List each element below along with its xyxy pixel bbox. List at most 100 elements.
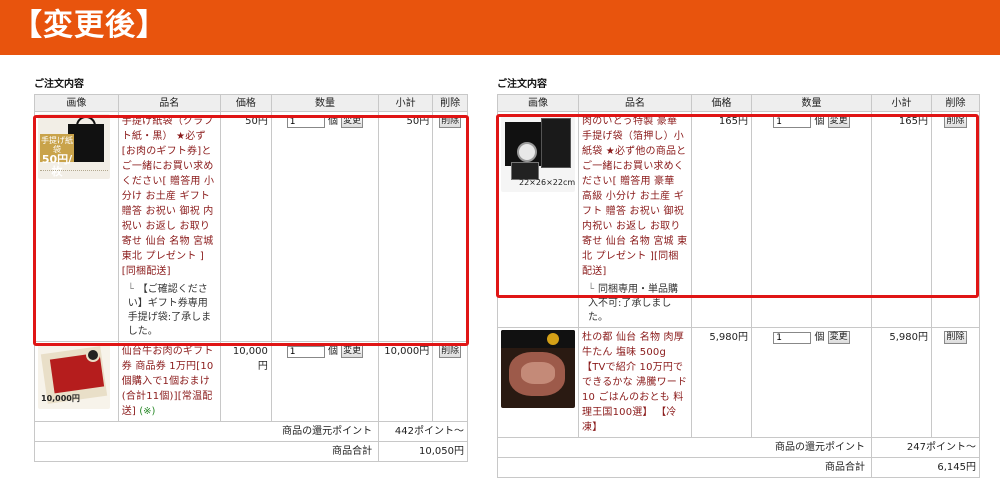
table-header-row: 画像 品名 価格 数量 小計 削除 xyxy=(497,94,980,112)
quantity-input[interactable] xyxy=(773,115,812,128)
col-header-qty: 数量 xyxy=(751,94,872,112)
points-label: 商品の還元ポイント xyxy=(497,437,872,458)
delete-cell: 削除 xyxy=(432,341,468,422)
name-cell: 肉のいとう特製 豪華 手提げ袋（箔押し）小 紙袋 ★必ず他の商品とご一緒にお買い… xyxy=(578,111,692,328)
product-option: └ 【ご確認ください】ギフト券専用手提げ袋:了承しました。 xyxy=(122,283,217,339)
qty-cell: 個 変更 xyxy=(751,111,872,328)
col-header-subtotal: 小計 xyxy=(871,94,932,112)
banner-title: 【変更後】 xyxy=(12,8,167,43)
table-row: 手提げ紙袋 50円/枚 手提げ紙袋（クラフト紙・黒） ★必ず[お肉のギフト券]と… xyxy=(34,111,468,342)
table-header-row: 画像 品名 価格 数量 小計 削除 xyxy=(34,94,468,112)
col-header-name: 品名 xyxy=(117,94,221,112)
header-strip-shape xyxy=(501,330,575,348)
award-medal-icon xyxy=(547,333,559,345)
points-row: 商品の還元ポイント 442ポイント～ xyxy=(33,421,468,442)
image-cell: 手提げ紙袋 50円/枚 xyxy=(34,111,119,342)
subtotal-cell: 5,980円 xyxy=(871,327,932,438)
qty-cell: 個 変更 xyxy=(751,327,872,438)
qty-unit: 個 xyxy=(327,346,338,357)
crest-icon xyxy=(517,142,537,162)
delete-button[interactable]: 削除 xyxy=(944,114,967,128)
col-header-price: 価格 xyxy=(691,94,752,112)
col-header-image: 画像 xyxy=(497,94,579,112)
cart-panel-right: ご注文内容 画像 品名 価格 数量 小計 削除 22×26×22cm 肉のいとう… xyxy=(497,78,980,478)
image-cell: 22×26×22cm xyxy=(497,111,579,328)
delete-cell: 削除 xyxy=(931,327,980,438)
price-cell: 10,000円 xyxy=(219,341,272,422)
product-thumbnail[interactable]: 手提げ紙袋 50円/枚 xyxy=(38,114,110,179)
change-button[interactable]: 変更 xyxy=(341,345,364,358)
quantity-input[interactable] xyxy=(286,115,325,128)
subtotal-cell: 50円 xyxy=(378,111,434,342)
total-row: 商品合計 10,050円 xyxy=(33,441,468,462)
total-row: 商品合計 6,145円 xyxy=(497,457,980,478)
table-row: 杜の都 仙台 名物 肉厚牛たん 塩味 500g【TVで紹介 10万円でできるかな… xyxy=(497,327,980,438)
thumb-price-text: 10,000円 xyxy=(41,394,80,403)
badge-label: 手提げ紙袋 xyxy=(41,136,73,154)
product-thumbnail[interactable]: 10,000円 xyxy=(38,344,110,409)
section-title: ご注文内容 xyxy=(34,79,84,90)
name-cell: 手提げ紙袋（クラフト紙・黒） ★必ず[お肉のギフト券]とご一緒にお買い求めくださ… xyxy=(117,111,221,342)
quantity-input[interactable] xyxy=(286,345,325,358)
quantity-input[interactable] xyxy=(773,331,812,344)
qty-unit: 個 xyxy=(814,332,825,343)
col-header-name: 品名 xyxy=(578,94,692,112)
meat-highlight-shape xyxy=(521,362,555,384)
points-value: 247ポイント～ xyxy=(871,437,980,458)
delete-cell: 削除 xyxy=(931,111,980,328)
points-label: 商品の還元ポイント xyxy=(33,421,380,442)
delete-button[interactable]: 削除 xyxy=(439,114,462,128)
product-name-link[interactable]: 杜の都 仙台 名物 肉厚牛たん 塩味 500g【TVで紹介 10万円でできるかな… xyxy=(582,330,688,435)
product-thumbnail[interactable] xyxy=(501,330,575,408)
total-label: 商品合計 xyxy=(497,457,872,478)
cart-table: 画像 品名 価格 数量 小計 削除 手提げ紙袋 50円/枚 手提げ紙袋（クラフト… xyxy=(33,94,468,462)
cart-panel-left: ご注文内容 画像 品名 価格 数量 小計 削除 手提げ紙袋 50円/枚 手提げ紙… xyxy=(33,78,468,462)
seal-icon xyxy=(86,348,100,362)
delete-button[interactable]: 削除 xyxy=(439,344,462,358)
price-cell: 165円 xyxy=(691,111,752,328)
points-value: 442ポイント～ xyxy=(378,421,468,442)
col-header-qty: 数量 xyxy=(270,94,380,112)
price-badge: 手提げ紙袋 50円/枚 xyxy=(40,134,74,178)
table-row: 10,000円 仙台牛お肉のギフト券 商品券 1万円[10個購入で1個おまけ(合… xyxy=(34,341,468,422)
product-name-link[interactable]: 手提げ紙袋（クラフト紙・黒） ★必ず[お肉のギフト券]とご一緒にお買い求めくださ… xyxy=(122,114,217,279)
total-label: 商品合計 xyxy=(33,441,380,462)
delete-button[interactable]: 削除 xyxy=(944,330,967,344)
option-branch-icon: └ xyxy=(588,284,595,295)
thumb-size-text: 22×26×22cm xyxy=(519,178,575,187)
product-thumbnail[interactable]: 22×26×22cm xyxy=(501,116,575,192)
cart-table: 画像 品名 価格 数量 小計 削除 22×26×22cm 肉のいとう特製 豪華 … xyxy=(497,94,980,478)
change-button[interactable]: 変更 xyxy=(341,115,364,128)
col-header-delete: 削除 xyxy=(931,94,980,112)
qty-cell: 個 変更 xyxy=(270,111,380,342)
subtotal-cell: 165円 xyxy=(871,111,932,328)
product-name-link[interactable]: 仙台牛お肉のギフト券 商品券 1万円[10個購入で1個おまけ(合計11個)][常… xyxy=(122,346,214,417)
qty-cell: 個 変更 xyxy=(270,341,380,422)
table-row: 22×26×22cm 肉のいとう特製 豪華 手提げ袋（箔押し）小 紙袋 ★必ず他… xyxy=(497,111,980,328)
product-note: (※) xyxy=(139,406,156,417)
col-header-subtotal: 小計 xyxy=(378,94,434,112)
col-header-price: 価格 xyxy=(219,94,272,112)
option-branch-icon: └ xyxy=(127,284,134,295)
image-cell: 10,000円 xyxy=(34,341,119,422)
change-button[interactable]: 変更 xyxy=(827,115,850,128)
subtotal-cell: 10,000円 xyxy=(378,341,434,422)
name-cell: 杜の都 仙台 名物 肉厚牛たん 塩味 500g【TVで紹介 10万円でできるかな… xyxy=(578,327,692,438)
col-header-image: 画像 xyxy=(34,94,119,112)
section-title: ご注文内容 xyxy=(497,79,547,90)
change-button[interactable]: 変更 xyxy=(827,331,850,344)
banner: 【変更後】 xyxy=(0,0,1000,55)
option-text: 【ご確認ください】ギフト券専用手提げ袋:了承しました。 xyxy=(127,284,212,337)
name-cell: 仙台牛お肉のギフト券 商品券 1万円[10個購入で1個おまけ(合計11個)][常… xyxy=(117,341,221,422)
points-row: 商品の還元ポイント 247ポイント～ xyxy=(497,437,980,458)
product-option: └ 同梱専用・単品購入不可:了承しました。 xyxy=(582,283,688,325)
price-cell: 5,980円 xyxy=(691,327,752,438)
product-name-link[interactable]: 肉のいとう特製 豪華 手提げ袋（箔押し）小 紙袋 ★必ず他の商品とご一緒にお買い… xyxy=(582,114,688,279)
delete-cell: 削除 xyxy=(432,111,468,342)
total-value: 6,145円 xyxy=(871,457,980,478)
col-header-delete: 削除 xyxy=(432,94,468,112)
price-cell: 50円 xyxy=(219,111,272,342)
thumb-caption-line xyxy=(40,170,108,176)
total-value: 10,050円 xyxy=(378,441,468,462)
bag-side-shape xyxy=(541,118,571,168)
